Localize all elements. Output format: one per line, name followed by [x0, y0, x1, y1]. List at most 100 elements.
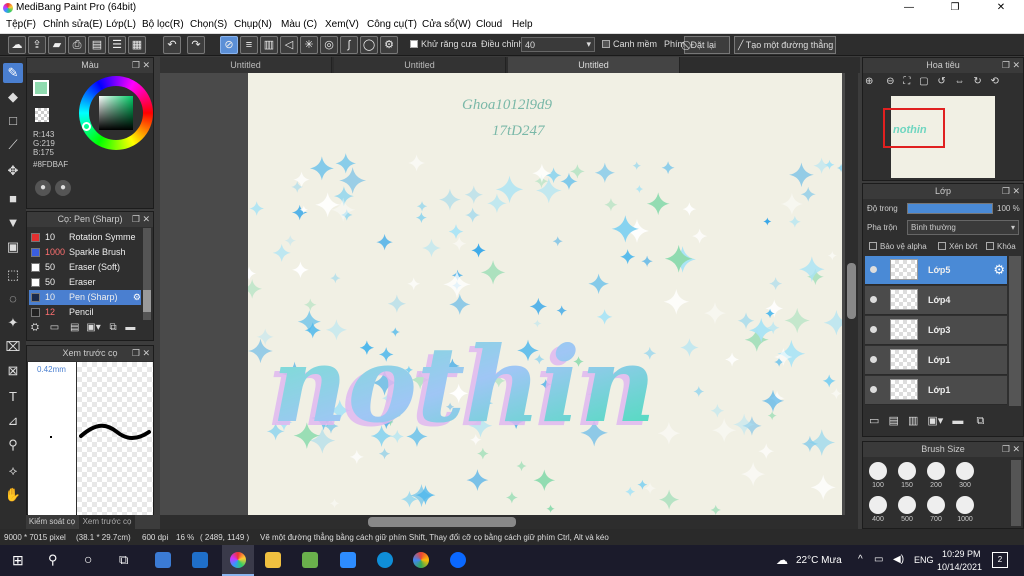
flip-icon[interactable]: ⇔	[955, 76, 965, 87]
tab-untitled-3[interactable]: Untitled	[508, 57, 680, 73]
panel-close-icon[interactable]: ❐ ✕	[1002, 184, 1020, 199]
select-tool-icon[interactable]: ⬚	[3, 265, 23, 285]
color-wheel[interactable]	[79, 76, 153, 150]
lasso-tool-icon[interactable]: ◌	[3, 289, 23, 309]
cortana-icon[interactable]: ○	[84, 551, 92, 567]
saturation-box[interactable]	[99, 96, 133, 130]
brush-list-item[interactable]: 50 Eraser (Soft)	[29, 260, 141, 275]
layer-edit-icon[interactable]: ▥	[908, 415, 918, 427]
transparent-swatch[interactable]	[35, 108, 49, 122]
share-icon[interactable]: ⎙	[68, 36, 86, 54]
gear-icon[interactable]: ⚙	[133, 290, 141, 305]
eyedropper-tool-icon[interactable]: ⚲	[3, 435, 23, 455]
rect-shape-tool-icon[interactable]: □	[3, 111, 23, 131]
tray-chevron-icon[interactable]: ^	[858, 554, 863, 565]
chrome-icon[interactable]	[413, 552, 429, 568]
new-layer-copy-icon[interactable]: ▤	[888, 415, 898, 427]
minimize-button[interactable]: —	[886, 0, 932, 16]
menu-file[interactable]: Tệp(F)	[6, 19, 36, 30]
fill-rect-tool-icon[interactable]: ■	[3, 189, 23, 209]
layer-scrollbar[interactable]	[1009, 256, 1021, 406]
document-icon[interactable]: ▤	[88, 36, 106, 54]
notification-icon[interactable]: 2	[992, 552, 1008, 568]
duplicate-icon[interactable]: ⧉	[976, 415, 984, 427]
upload-icon[interactable]: ⇪	[28, 36, 46, 54]
bucket-tool-icon[interactable]: ▼	[3, 213, 23, 233]
reset-button[interactable]: ⃠ Đặt lại	[684, 36, 730, 54]
brush-scrollbar[interactable]	[143, 228, 151, 320]
brush-list-item[interactable]: 12 Pencil	[29, 305, 141, 320]
menu-tools[interactable]: Công cụ(T)	[367, 19, 417, 30]
menu-snap[interactable]: Chụp(N)	[234, 19, 272, 30]
straight-line-button[interactable]: ╱ Tạo một đường thẳng	[734, 36, 836, 54]
brush-list-item[interactable]: 10 Rotation Symme	[29, 230, 141, 245]
weather-icon[interactable]: ☁	[776, 553, 788, 567]
task-view-icon[interactable]: ⧉	[119, 552, 128, 568]
palette-icon[interactable]: ●	[35, 180, 51, 196]
cross-snap-icon[interactable]: ▥	[260, 36, 278, 54]
correction-select[interactable]: 40 ▾	[521, 37, 595, 52]
zoom-app-icon[interactable]	[340, 552, 356, 568]
gear-icon[interactable]: ⚙	[380, 36, 398, 54]
chat-icon[interactable]: ▰	[48, 36, 66, 54]
zalo-icon[interactable]	[450, 552, 466, 568]
eraser-tool-icon[interactable]: ◆	[3, 87, 23, 107]
language-indicator[interactable]: ENG	[914, 555, 934, 565]
eye-icon[interactable]	[870, 326, 877, 333]
brush-copy-icon[interactable]: ⧉	[110, 322, 117, 333]
menu-help[interactable]: Help	[512, 19, 533, 30]
curve-snap-icon[interactable]: ∫	[340, 36, 358, 54]
eye-icon[interactable]	[870, 356, 877, 363]
layer-row[interactable]: Lớp1	[865, 346, 1007, 375]
eye-icon[interactable]	[870, 296, 877, 303]
gradient-tool-icon[interactable]: ▣	[3, 237, 23, 257]
text-tool-icon[interactable]: T	[3, 387, 23, 407]
fit-icon[interactable]: ⛶	[903, 76, 910, 87]
mail-icon[interactable]	[192, 552, 208, 568]
menu-select[interactable]: Chọn(S)	[190, 19, 227, 30]
soft-edge-checkbox[interactable]: Canh mềm	[602, 39, 657, 49]
panel-close-icon[interactable]: ❐ ✕	[1002, 442, 1020, 457]
navigator-thumbnail[interactable]: nothin	[883, 96, 995, 178]
brush-size-option[interactable]: 300	[952, 460, 978, 493]
brush-folder-icon[interactable]: ▬	[125, 322, 135, 333]
layer-row[interactable]: Lớp3	[865, 316, 1007, 345]
brush-edit-icon[interactable]: ▤	[70, 322, 79, 333]
snap-off-icon[interactable]: ⊘	[220, 36, 238, 54]
brush-size-option[interactable]: 500	[894, 494, 920, 527]
tab-untitled-2[interactable]: Untitled	[334, 57, 506, 73]
select-eraser-tool-icon[interactable]: ⊠	[3, 361, 23, 381]
panel-close-icon[interactable]: ❐ ✕	[132, 212, 150, 227]
panel-close-icon[interactable]: ❐ ✕	[132, 58, 150, 73]
app-icon-green[interactable]	[302, 552, 318, 568]
parallel-snap-icon[interactable]: ≡	[240, 36, 258, 54]
vertical-scrollbar[interactable]	[845, 73, 858, 515]
brush-list-item[interactable]: 50 Eraser	[29, 275, 141, 290]
undo-icon[interactable]: ↶	[163, 36, 181, 54]
brush-list-item[interactable]: 10 Pen (Sharp) ⚙	[29, 290, 141, 305]
drawing-canvas[interactable]: Ghoa1012l9d9 17tD247 nothin nothin	[248, 73, 842, 515]
list-icon[interactable]: ☰	[108, 36, 126, 54]
edge-icon[interactable]	[377, 552, 393, 568]
clip-checkbox[interactable]: Xén bớt	[938, 242, 977, 251]
vanishing-snap-icon[interactable]: ◁	[280, 36, 298, 54]
clock-time[interactable]: 10:29 PM	[942, 549, 981, 559]
circle-snap-icon[interactable]: ◎	[320, 36, 338, 54]
select-pen-tool-icon[interactable]: ⌧	[3, 337, 23, 357]
brush-tool-icon[interactable]: ✎	[3, 63, 23, 83]
palette-add-icon[interactable]: ●	[55, 180, 71, 196]
menu-edit[interactable]: Chỉnh sửa(E)	[43, 19, 103, 30]
dropper-tool-icon[interactable]: ⟡	[3, 461, 23, 481]
blend-select[interactable]: Bình thường ▾	[907, 220, 1019, 235]
tab-brush-control[interactable]: Kiểm soát cọ	[26, 515, 78, 529]
zoom-out-icon[interactable]: ⊖	[886, 76, 894, 87]
volume-icon[interactable]: ◀)	[893, 554, 904, 565]
brush-size-option[interactable]: 1000	[952, 494, 978, 527]
zoom-in-icon[interactable]: ⊕	[865, 76, 873, 87]
foreground-color-swatch[interactable]	[33, 80, 49, 96]
gear-icon[interactable]: ⚙	[993, 262, 1005, 278]
menu-cloud[interactable]: Cloud	[476, 19, 502, 30]
layer-row[interactable]: Lớp1	[865, 376, 1007, 405]
protect-alpha-checkbox[interactable]: Bảo vệ alpha	[869, 242, 927, 251]
close-button[interactable]: ✕	[978, 0, 1024, 16]
